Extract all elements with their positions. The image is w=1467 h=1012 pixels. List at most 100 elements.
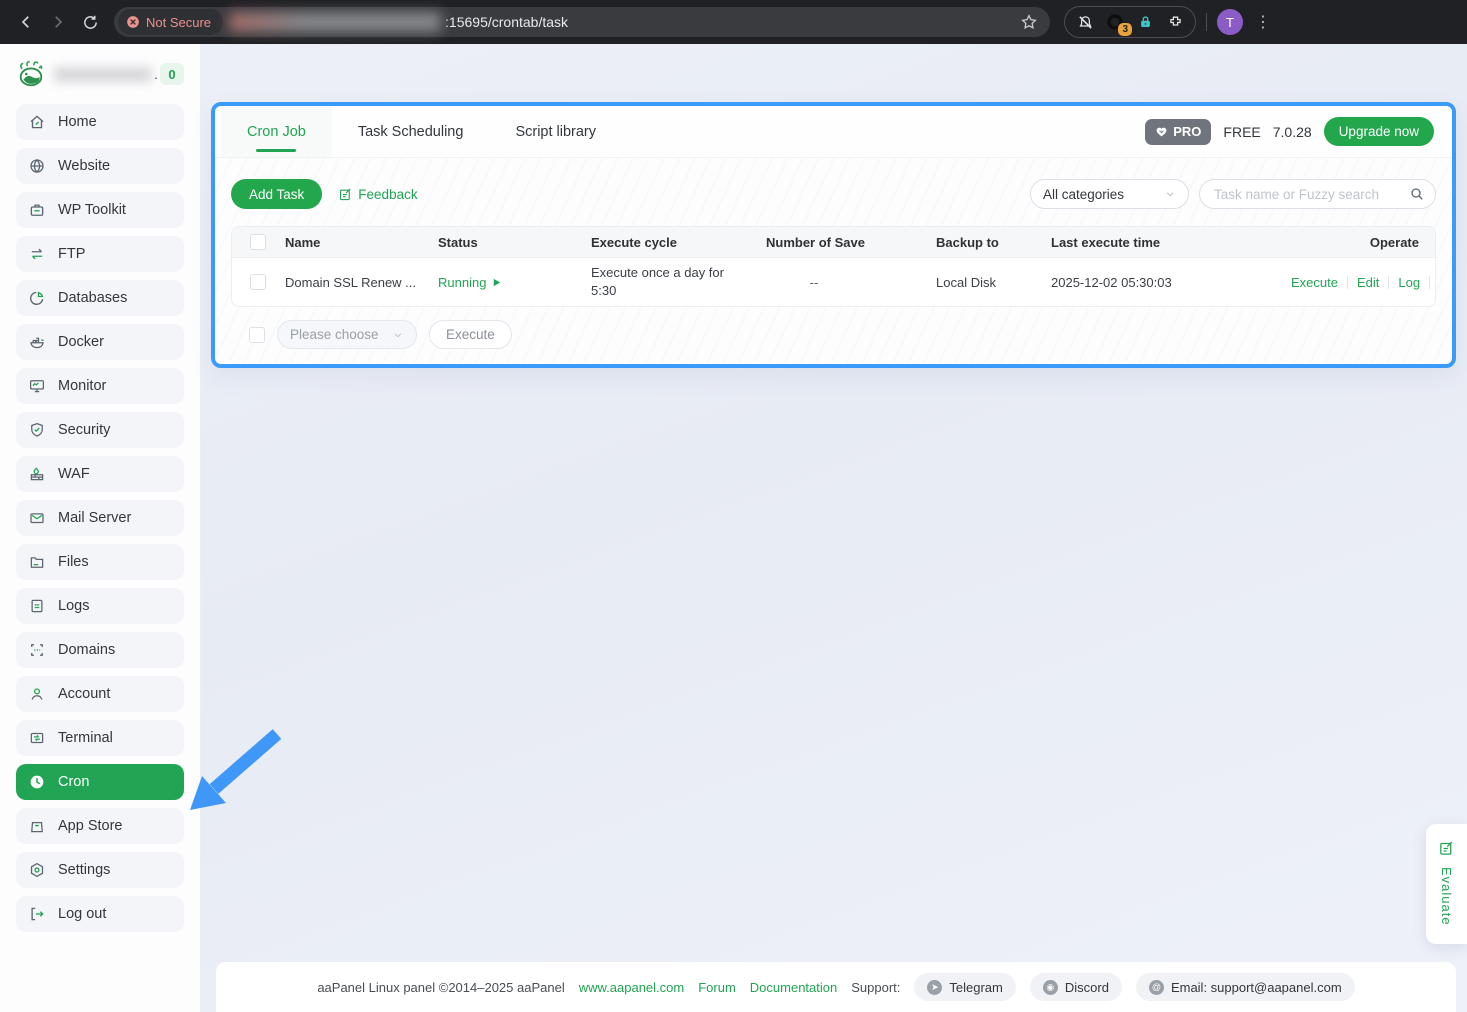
redacted-server-name [54, 67, 152, 82]
evaluate-label: Evaluate [1439, 867, 1454, 926]
sidebar-item-mail-server[interactable]: Mail Server [16, 500, 184, 536]
version-label: 7.0.28 [1273, 124, 1312, 140]
lock-icon [1138, 14, 1153, 30]
docker-whale-icon [28, 333, 46, 351]
feedback-edit-icon [338, 187, 353, 202]
sidebar-item-cron[interactable]: Cron [16, 764, 184, 800]
task-search-input[interactable] [1214, 187, 1409, 202]
task-number-of-save: -- [766, 275, 862, 290]
play-icon[interactable] [491, 277, 502, 288]
tab-task-scheduling[interactable]: Task Scheduling [332, 106, 490, 157]
sidebar-item-monitor[interactable]: Monitor [16, 368, 184, 404]
sidebar-item-docker[interactable]: Docker [16, 324, 184, 360]
browser-back-button[interactable] [10, 6, 42, 38]
sidebar-item-wp-toolkit[interactable]: WP Toolkit [16, 192, 184, 228]
browser-menu-button[interactable]: ⋮ [1255, 12, 1271, 32]
browser-toolbar: Not Secure :15695/crontab/task 3 T ⋮ [0, 0, 1467, 44]
sidebar-item-databases[interactable]: Databases [16, 280, 184, 316]
task-search-box [1199, 179, 1436, 209]
plan-label: FREE [1223, 124, 1260, 140]
sidebar-item-log-out[interactable]: Log out [16, 896, 184, 932]
address-bar[interactable]: Not Secure :15695/crontab/task [114, 7, 1050, 37]
extensions-puzzle-button[interactable] [1165, 12, 1185, 32]
sidebar-item-settings[interactable]: Settings [16, 852, 184, 888]
pro-badge[interactable]: PRO [1145, 119, 1211, 145]
sidebar-item-ftp[interactable]: FTP [16, 236, 184, 272]
sidebar-item-app-store[interactable]: App Store [16, 808, 184, 844]
domains-frame-icon [28, 641, 46, 659]
discord-button[interactable]: ◉ Discord [1030, 973, 1122, 1001]
col-execute-cycle: Execute cycle [591, 235, 766, 250]
table-row: Domain SSL Renew ... Running Execute onc… [232, 258, 1435, 306]
execute-link[interactable]: Execute [1291, 275, 1338, 290]
adblock-extension-button[interactable] [1075, 12, 1095, 32]
cron-task-table: Name Status Execute cycle Number of Save… [231, 226, 1436, 307]
password-manager-button[interactable] [1135, 12, 1155, 32]
extension-badge: 3 [1118, 23, 1132, 36]
bulk-execute-button[interactable]: Execute [429, 320, 512, 349]
not-secure-chip[interactable]: Not Secure [118, 9, 223, 35]
toolbar-filters: All categories [1030, 179, 1436, 209]
category-filter-select[interactable]: All categories [1030, 179, 1189, 209]
feedback-link[interactable]: Feedback [338, 187, 417, 202]
sidebar-item-website[interactable]: Website [16, 148, 184, 184]
tab-cron-job[interactable]: Cron Job [221, 106, 332, 157]
browser-forward-button[interactable] [42, 6, 74, 38]
plan-area: PRO FREE 7.0.28 Upgrade now [1145, 106, 1452, 157]
sidebar-item-waf[interactable]: WAF [16, 456, 184, 492]
log-link[interactable]: Log [1398, 275, 1420, 290]
redacted-host [229, 12, 441, 32]
terminal-icon [28, 729, 46, 747]
chevron-down-icon [392, 329, 404, 341]
envelope-icon [28, 509, 46, 527]
cron-panel-body: Add Task Feedback All categories [215, 158, 1452, 363]
footer-link-documentation[interactable]: Documentation [750, 980, 837, 995]
server-name-suffix: . [154, 66, 158, 82]
bulk-action-select[interactable]: Please choose [277, 320, 417, 349]
bookmark-star-button[interactable] [1020, 13, 1038, 31]
tab-script-library[interactable]: Script library [489, 106, 622, 157]
upgrade-now-button[interactable]: Upgrade now [1324, 117, 1434, 146]
footer-link-forum[interactable]: Forum [698, 980, 736, 995]
pro-heart-icon [1155, 125, 1168, 138]
add-task-button[interactable]: Add Task [231, 179, 322, 209]
sidebar-item-logs[interactable]: Logs [16, 588, 184, 624]
cron-panel: Cron Job Task Scheduling Script library … [211, 102, 1456, 368]
bulk-select-checkbox[interactable] [249, 327, 265, 343]
sidebar-item-security[interactable]: Security [16, 412, 184, 448]
evaluate-tab[interactable]: Evaluate [1426, 824, 1467, 944]
col-operate: Operate [1291, 235, 1419, 250]
notification-count-badge[interactable]: 0 [160, 63, 184, 85]
col-status: Status [438, 235, 591, 250]
telegram-button[interactable]: ➤ Telegram [914, 973, 1015, 1001]
logout-icon [28, 905, 46, 923]
not-secure-icon [126, 15, 140, 29]
browser-reload-button[interactable] [74, 6, 106, 38]
extensions-group: 3 [1064, 6, 1196, 38]
bulk-actions-row: Please choose Execute [231, 320, 1436, 349]
app-background: . 0 Home Website WP Toolkit FTP Database… [0, 44, 1467, 1012]
profile-avatar[interactable]: T [1217, 9, 1243, 35]
sidebar-item-files[interactable]: Files [16, 544, 184, 580]
home-icon [28, 113, 46, 131]
extension-with-badge-button[interactable]: 3 [1105, 12, 1125, 32]
email-support-button[interactable]: @ Email: support@aapanel.com [1136, 973, 1355, 1001]
sidebar-item-terminal[interactable]: Terminal [16, 720, 184, 756]
transfer-arrows-icon [28, 245, 46, 263]
cron-toolbar: Add Task Feedback All categories [231, 179, 1436, 209]
support-label: Support: [851, 980, 900, 995]
folder-icon [28, 553, 46, 571]
sidebar-item-home[interactable]: Home [16, 104, 184, 140]
sidebar-item-account[interactable]: Account [16, 676, 184, 712]
settings-hexagon-icon [28, 861, 46, 879]
edit-link[interactable]: Edit [1357, 275, 1379, 290]
op-divider [1388, 276, 1389, 289]
aapanel-logo [16, 59, 46, 89]
shopping-bag-icon [28, 817, 46, 835]
select-all-checkbox[interactable] [250, 234, 266, 250]
search-icon[interactable] [1409, 186, 1425, 202]
row-checkbox[interactable] [250, 274, 266, 290]
op-divider [1429, 276, 1430, 289]
sidebar-item-domains[interactable]: Domains [16, 632, 184, 668]
footer-link-website[interactable]: www.aapanel.com [579, 980, 685, 995]
